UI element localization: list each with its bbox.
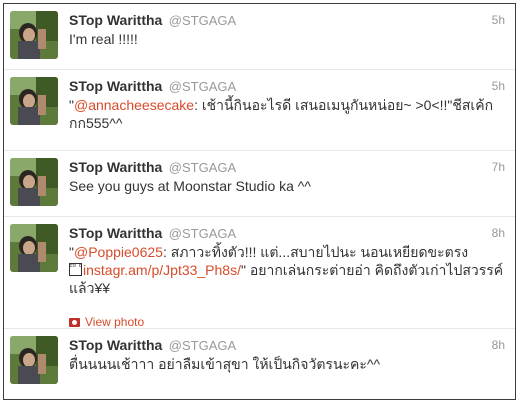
tweet-username[interactable]: @STGAGA <box>169 13 236 28</box>
tweet-username[interactable]: @STGAGA <box>169 160 236 175</box>
tweet-item[interactable]: STop Warittha @STGAGA 8h ตื่นนนนเช้าาา อ… <box>4 329 515 399</box>
tweet-username[interactable]: @STGAGA <box>169 79 236 94</box>
tweet-text-segment: : เช้านี้กินอะไรดี เสนอเมนูกันหน่อย~ >0<… <box>194 97 494 113</box>
tweet-item[interactable]: STop Warittha @STGAGA 7h See you guys at… <box>4 151 515 217</box>
tweet-text-segment: " อยากเล่นกระต่ายอ่า คิดถึงตัวเก่าไปสวรร… <box>241 262 504 278</box>
avatar[interactable] <box>10 158 58 206</box>
profile-photo-icon <box>10 77 58 125</box>
tweet-text: See you guys at Moonstar Studio ka ^^ <box>69 177 505 195</box>
media-glyph-icon: E0 E0 <box>69 263 82 276</box>
tweet-timestamp[interactable]: 5h <box>492 13 505 27</box>
tweet-header: STop Warittha @STGAGA 5h <box>69 12 505 30</box>
tweet-text: "@annacheesecake: เช้านี้กินอะไรดี เสนอเ… <box>69 96 505 132</box>
tweet-fullname[interactable]: STop Warittha <box>69 225 162 241</box>
tweet-text-line: I'm real !!!!! <box>69 31 138 47</box>
tweet-fullname[interactable]: STop Warittha <box>69 12 162 28</box>
tweet-username[interactable]: @STGAGA <box>169 338 236 353</box>
tweet-text: "@Poppie0625: สภาวะทิ้งตัว!!! แต่...สบาย… <box>69 243 505 297</box>
tweet-text-line: "@Poppie0625: สภาวะทิ้งตัว!!! แต่...สบาย… <box>69 243 505 261</box>
tweet-timestamp[interactable]: 8h <box>492 226 505 240</box>
profile-photo-icon <box>10 224 58 272</box>
tweet-header: STop Warittha @STGAGA 8h <box>69 337 505 355</box>
tweet-text: ตื่นนนนเช้าาา อย่าลืมเข้าสุขา ให้เป็นกิจ… <box>69 355 505 373</box>
tweet-header: STop Warittha @STGAGA 8h <box>69 225 505 243</box>
profile-photo-icon <box>10 11 58 59</box>
tweet-fullname[interactable]: STop Warittha <box>69 78 162 94</box>
tweet-fullname[interactable]: STop Warittha <box>69 337 162 353</box>
tweet-text-line: แล้ว¥¥ <box>69 280 111 296</box>
tweet-text-line: กก555^^ <box>69 115 123 131</box>
tweet-text: I'm real !!!!! <box>69 30 505 48</box>
view-photo-label: View photo <box>85 315 145 329</box>
tweet-header: STop Warittha @STGAGA 5h <box>69 78 505 96</box>
tweet-header: STop Warittha @STGAGA 7h <box>69 159 505 177</box>
tweet-text-segment: : สภาวะทิ้งตัว!!! แต่...สบายไปนะ นอนเหยี… <box>162 244 469 260</box>
avatar[interactable] <box>10 11 58 59</box>
mention-link[interactable]: @Poppie0625 <box>74 244 163 260</box>
instagram-link[interactable]: instagr.am/p/Jpt33_Ph8s/ <box>83 262 241 278</box>
tweet-item[interactable]: STop Warittha @STGAGA 5h "@annacheesecak… <box>4 70 515 151</box>
tweet-item[interactable]: STop Warittha @STGAGA 8h "@Poppie0625: ส… <box>4 217 515 329</box>
tweet-username[interactable]: @STGAGA <box>169 226 236 241</box>
tweet-text-line: "@annacheesecake: เช้านี้กินอะไรดี เสนอเ… <box>69 96 505 114</box>
tweet-timeline: STop Warittha @STGAGA 5h I'm real !!!!! … <box>3 3 516 400</box>
tweet-text-line: E0 E0instagr.am/p/Jpt33_Ph8s/" อยากเล่นก… <box>69 261 505 279</box>
avatar[interactable] <box>10 336 58 384</box>
mention-link[interactable]: @annacheesecake <box>74 97 194 113</box>
profile-photo-icon <box>10 336 58 384</box>
tweet-text-line: See you guys at Moonstar Studio ka ^^ <box>69 178 311 194</box>
tweet-text-line: ตื่นนนนเช้าาา อย่าลืมเข้าสุขา ให้เป็นกิจ… <box>69 356 381 372</box>
tweet-timestamp[interactable]: 5h <box>492 79 505 93</box>
avatar[interactable] <box>10 224 58 272</box>
avatar[interactable] <box>10 77 58 125</box>
view-photo-button[interactable]: View photo <box>69 315 144 329</box>
tweet-item[interactable]: STop Warittha @STGAGA 5h I'm real !!!!! <box>4 4 515 70</box>
tweet-timestamp[interactable]: 7h <box>492 160 505 174</box>
profile-photo-icon <box>10 158 58 206</box>
tweet-fullname[interactable]: STop Warittha <box>69 159 162 175</box>
photo-icon <box>69 317 80 327</box>
tweet-timestamp[interactable]: 8h <box>492 338 505 352</box>
